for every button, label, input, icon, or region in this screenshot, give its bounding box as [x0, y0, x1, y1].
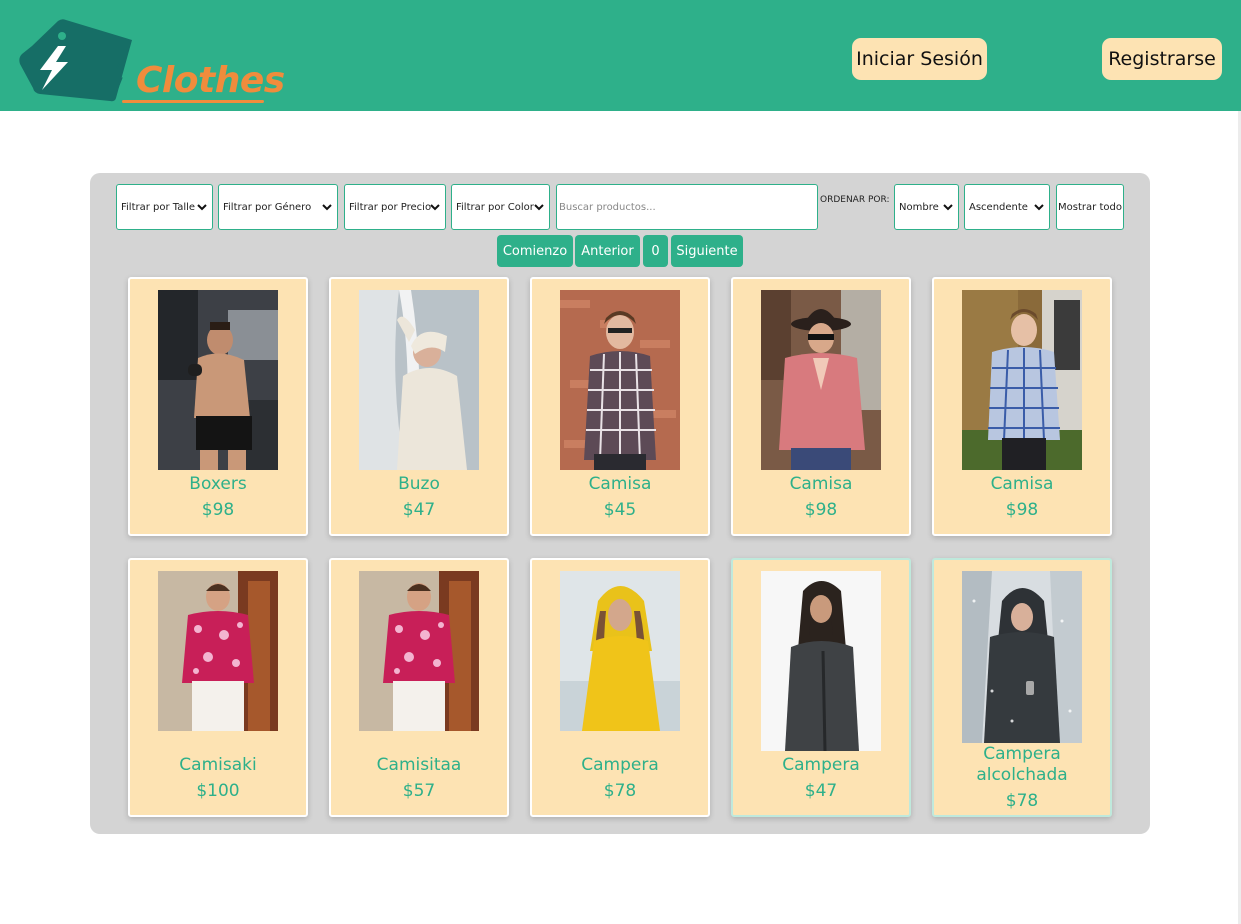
logo-text: Clothes: [136, 60, 285, 101]
tag-bolt-icon: [19, 19, 132, 102]
register-button[interactable]: Registrarse: [1102, 38, 1222, 80]
product-price: $98: [804, 500, 838, 520]
price-filter-select[interactable]: Filtrar por Precio: [344, 184, 446, 230]
product-price: $78: [603, 781, 637, 801]
product-price: $57: [402, 781, 436, 801]
product-image: [359, 290, 479, 470]
chevron-down-icon: [943, 204, 953, 211]
product-card[interactable]: Camisa $98: [731, 277, 911, 536]
product-price: $47: [402, 500, 436, 520]
logo[interactable]: Clothes: [18, 18, 285, 103]
chevron-down-icon: [1034, 204, 1044, 211]
product-price: $100: [196, 781, 240, 801]
price-filter-label: Filtrar por Precio: [349, 201, 432, 213]
product-card[interactable]: Boxers $98: [128, 277, 308, 536]
next-page-button[interactable]: Siguiente: [671, 235, 743, 267]
color-filter-label: Filtrar por Color: [456, 201, 534, 213]
product-price: $98: [201, 500, 235, 520]
login-button[interactable]: Iniciar Sesión: [852, 38, 987, 80]
product-card[interactable]: Camisa $45: [530, 277, 710, 536]
size-filter-select[interactable]: Filtrar por Talle: [116, 184, 213, 230]
search-placeholder: Buscar productos...: [559, 201, 656, 213]
product-name: Camisaki: [179, 755, 257, 775]
search-input[interactable]: Buscar productos...: [556, 184, 818, 230]
show-all-button[interactable]: Mostrar todo: [1056, 184, 1124, 230]
color-filter-select[interactable]: Filtrar por Color: [451, 184, 550, 230]
product-image: [962, 290, 1082, 470]
chevron-down-icon: [430, 204, 440, 211]
product-name: Camisa: [990, 474, 1054, 494]
product-name: Camisitaa: [376, 755, 462, 775]
chevron-down-icon: [197, 204, 207, 211]
product-price: $78: [1005, 791, 1039, 811]
product-card[interactable]: Campera $78: [530, 558, 710, 817]
product-card[interactable]: Camisa $98: [932, 277, 1112, 536]
chevron-down-icon: [322, 204, 332, 211]
order-direction-value: Ascendente: [969, 201, 1028, 213]
product-card[interactable]: Campera alcolchada $78: [932, 558, 1112, 817]
product-image: [761, 571, 881, 751]
product-image: [560, 571, 680, 731]
product-price: $47: [804, 781, 838, 801]
order-by-label: ORDENAR POR:: [820, 195, 890, 205]
prev-page-button[interactable]: Anterior: [575, 235, 640, 267]
gender-filter-select[interactable]: Filtrar por Género: [218, 184, 338, 230]
product-image: [761, 290, 881, 470]
product-name: Buzo: [398, 474, 440, 494]
product-price: $45: [603, 500, 637, 520]
product-panel: Filtrar por Talle Filtrar por Género Fil…: [90, 173, 1150, 834]
gender-filter-label: Filtrar por Género: [223, 201, 312, 213]
product-name: Boxers: [189, 474, 247, 494]
product-name: Camisa: [588, 474, 652, 494]
order-field-value: Nombre: [899, 201, 939, 213]
product-card[interactable]: Campera $47: [731, 558, 911, 817]
chevron-down-icon: [534, 204, 544, 211]
product-image: [560, 290, 680, 470]
product-card[interactable]: Camisitaa $57: [329, 558, 509, 817]
order-field-select[interactable]: Nombre: [894, 184, 959, 230]
product-image: [158, 571, 278, 731]
logo-underline: [122, 100, 264, 103]
first-page-button[interactable]: Comienzo: [497, 235, 573, 267]
size-filter-label: Filtrar por Talle: [121, 201, 196, 213]
product-name: Campera: [581, 755, 659, 775]
product-image: [359, 571, 479, 731]
product-name: Camisa: [789, 474, 853, 494]
product-image: [158, 290, 278, 470]
product-name: Campera: [782, 755, 860, 775]
product-card[interactable]: Camisaki $100: [128, 558, 308, 817]
site-header: Clothes Iniciar Sesión Registrarse: [0, 0, 1241, 111]
product-card[interactable]: Buzo $47: [329, 277, 509, 536]
product-price: $98: [1005, 500, 1039, 520]
order-direction-select[interactable]: Ascendente: [964, 184, 1050, 230]
product-name: Campera alcolchada: [976, 744, 1068, 785]
product-image: [962, 571, 1082, 743]
page-number: 0: [643, 235, 668, 267]
